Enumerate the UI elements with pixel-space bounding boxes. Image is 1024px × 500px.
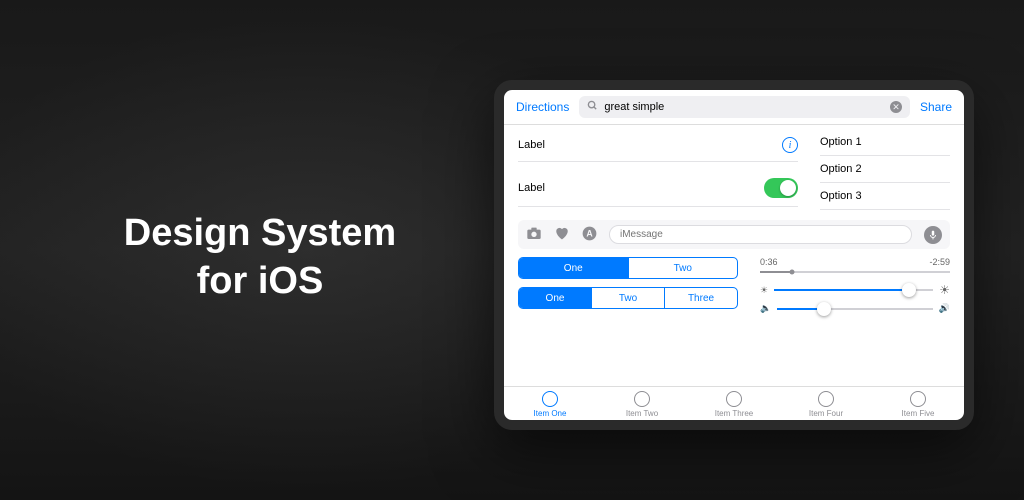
- hero-line-2: for iOS: [197, 260, 324, 302]
- playback-scrubber[interactable]: [760, 271, 950, 273]
- tab-label: Item One: [534, 409, 567, 418]
- info-icon[interactable]: i: [782, 137, 798, 153]
- toggle-switch[interactable]: [764, 178, 798, 198]
- list-row-switch: Label: [518, 170, 798, 207]
- hero-line-1: Design System: [124, 212, 396, 254]
- hero-title: Design System for iOS: [80, 210, 440, 305]
- segment[interactable]: Two: [591, 288, 664, 308]
- tab-item[interactable]: Item Four: [780, 391, 872, 418]
- circle-icon: [634, 391, 650, 407]
- segment[interactable]: One: [519, 288, 591, 308]
- tab-label: Item Two: [626, 409, 658, 418]
- mic-icon[interactable]: [924, 226, 942, 244]
- circle-icon: [726, 391, 742, 407]
- message-input-bar: A: [518, 220, 950, 249]
- search-input[interactable]: [604, 101, 884, 113]
- svg-text:A: A: [586, 228, 593, 238]
- segment[interactable]: One: [519, 258, 628, 278]
- elapsed-time: 0:36: [760, 257, 778, 267]
- option-item[interactable]: Option 2: [820, 156, 950, 183]
- remaining-time: -2:59: [929, 257, 950, 267]
- appstore-icon[interactable]: A: [582, 226, 597, 244]
- playback-time-row: 0:36 -2:59: [760, 257, 950, 267]
- directions-link[interactable]: Directions: [516, 100, 569, 114]
- tab-label: Item Four: [809, 409, 843, 418]
- list-row-label: Label: [518, 182, 545, 194]
- circle-icon: [818, 391, 834, 407]
- volume-low-icon: 🔈: [760, 303, 771, 314]
- search-icon: [587, 100, 598, 114]
- option-item[interactable]: Option 3: [820, 183, 950, 210]
- segment[interactable]: Two: [628, 258, 738, 278]
- tab-item[interactable]: Item Five: [872, 391, 964, 418]
- camera-icon[interactable]: [526, 226, 542, 243]
- segmented-control-2[interactable]: One Two: [518, 257, 738, 279]
- tab-bar: Item One Item Two Item Three Item Four I…: [504, 386, 964, 420]
- clear-search-icon[interactable]: ✕: [890, 101, 902, 113]
- tab-item[interactable]: Item One: [504, 391, 596, 418]
- tab-label: Item Three: [715, 409, 754, 418]
- brightness-high-icon: ☀: [939, 283, 950, 297]
- option-item[interactable]: Option 1: [820, 129, 950, 156]
- list-row-label: Label: [518, 139, 545, 151]
- heart-icon[interactable]: [554, 226, 570, 243]
- circle-icon: [542, 391, 558, 407]
- navigation-bar: Directions ✕ Share: [504, 90, 964, 125]
- segmented-control-3[interactable]: One Two Three: [518, 287, 738, 309]
- brightness-slider[interactable]: ☀ ☀: [760, 283, 950, 297]
- circle-icon: [910, 391, 926, 407]
- tab-item[interactable]: Item Three: [688, 391, 780, 418]
- volume-high-icon: 🔊: [939, 303, 950, 314]
- list-row-info[interactable]: Label i: [518, 129, 798, 162]
- imessage-input[interactable]: [609, 225, 912, 244]
- volume-slider[interactable]: 🔈 🔊: [760, 303, 950, 314]
- tablet-frame: Directions ✕ Share Label i Label: [494, 80, 974, 430]
- search-field[interactable]: ✕: [579, 96, 910, 118]
- brightness-low-icon: ☀: [760, 285, 768, 296]
- tab-item[interactable]: Item Two: [596, 391, 688, 418]
- tab-label: Item Five: [902, 409, 935, 418]
- share-link[interactable]: Share: [920, 100, 952, 114]
- segment[interactable]: Three: [664, 288, 737, 308]
